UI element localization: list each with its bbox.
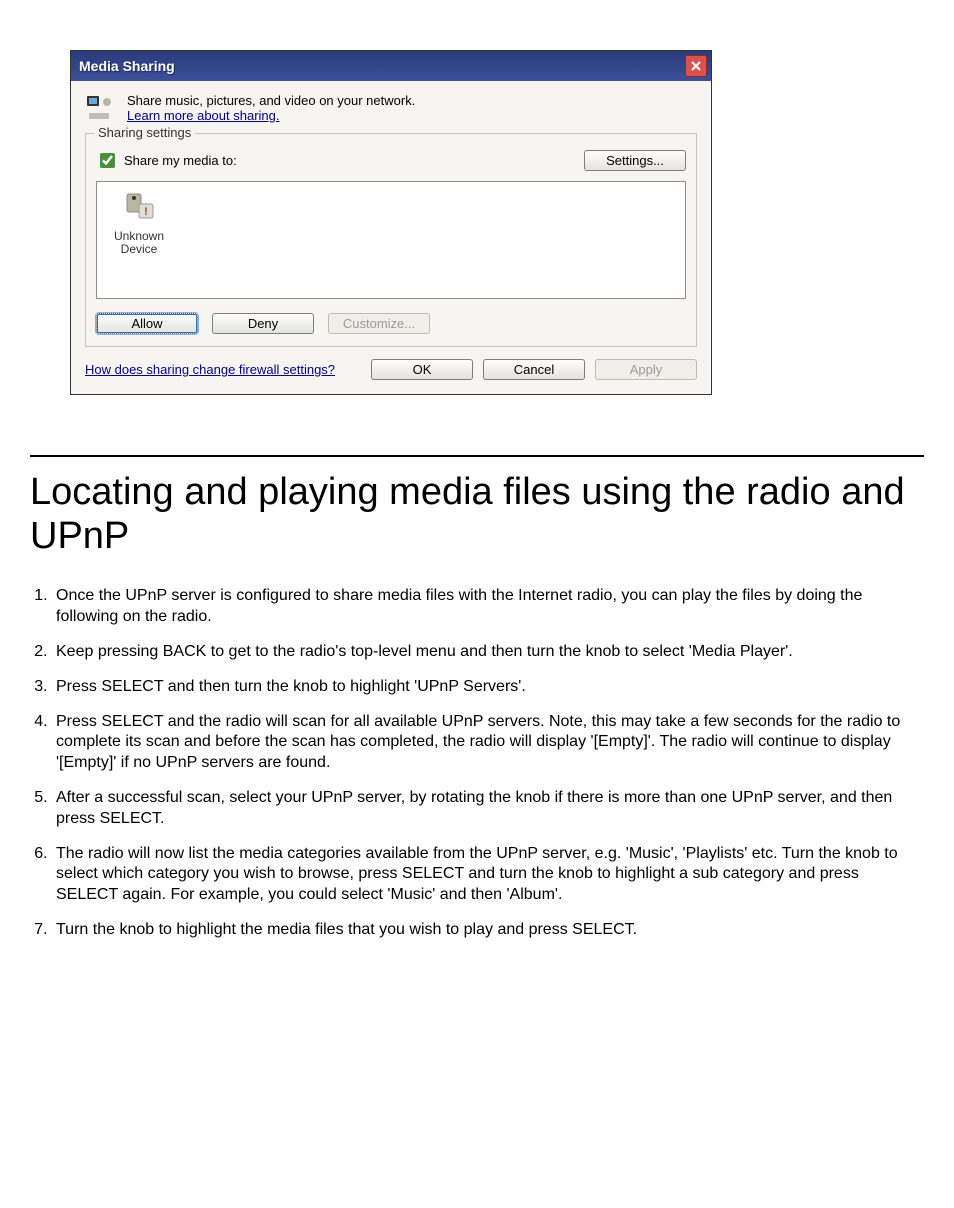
device-icon: ! <box>121 190 157 226</box>
firewall-link[interactable]: How does sharing change firewall setting… <box>85 362 335 377</box>
share-checkbox-wrap[interactable]: Share my media to: <box>96 150 237 171</box>
list-item: Press SELECT and the radio will scan for… <box>52 712 924 774</box>
page-heading: Locating and playing media files using t… <box>30 471 924 558</box>
svg-text:!: ! <box>144 206 148 218</box>
learn-more-link[interactable]: Learn more about sharing. <box>127 108 279 123</box>
list-item: The radio will now list the media catego… <box>52 844 924 906</box>
list-item: Keep pressing BACK to get to the radio's… <box>52 642 924 663</box>
settings-button[interactable]: Settings... <box>584 150 686 171</box>
deny-button[interactable]: Deny <box>212 313 314 334</box>
sharing-settings-group: Sharing settings Share my media to: Sett… <box>85 133 697 347</box>
sharing-settings-legend: Sharing settings <box>94 125 195 140</box>
dialog-bottom-buttons: OK Cancel Apply <box>371 359 697 380</box>
dialog-bottom-row: How does sharing change firewall setting… <box>85 359 697 380</box>
share-row: Share my media to: Settings... <box>96 150 686 171</box>
intro-text: Share music, pictures, and video on your… <box>127 93 415 108</box>
device-action-row: Allow Deny Customize... <box>96 313 686 334</box>
steps-list: Once the UPnP server is configured to sh… <box>30 586 924 940</box>
list-item: Turn the knob to highlight the media fil… <box>52 920 924 941</box>
close-icon <box>691 61 701 71</box>
media-share-icon <box>85 93 117 125</box>
customize-button: Customize... <box>328 313 430 334</box>
device-item-label: Unknown Device <box>107 230 171 256</box>
device-list[interactable]: ! Unknown Device <box>96 181 686 299</box>
ok-button[interactable]: OK <box>371 359 473 380</box>
dialog-title: Media Sharing <box>79 58 175 74</box>
apply-button: Apply <box>595 359 697 380</box>
allow-button[interactable]: Allow <box>96 313 198 334</box>
intro-text-block: Share music, pictures, and video on your… <box>127 93 415 123</box>
cancel-button[interactable]: Cancel <box>483 359 585 380</box>
share-checkbox[interactable] <box>100 153 115 168</box>
list-item: Once the UPnP server is configured to sh… <box>52 586 924 628</box>
media-sharing-dialog: Media Sharing Sha <box>70 50 712 395</box>
list-item: Press SELECT and then turn the knob to h… <box>52 677 924 698</box>
intro-row: Share music, pictures, and video on your… <box>85 93 697 125</box>
device-item-unknown[interactable]: ! Unknown Device <box>107 190 171 256</box>
list-item: After a successful scan, select your UPn… <box>52 788 924 830</box>
section-divider <box>30 455 924 457</box>
share-checkbox-label: Share my media to: <box>124 153 237 168</box>
close-button[interactable] <box>685 55 707 77</box>
dialog-body: Share music, pictures, and video on your… <box>71 81 711 394</box>
dialog-titlebar: Media Sharing <box>71 51 711 81</box>
